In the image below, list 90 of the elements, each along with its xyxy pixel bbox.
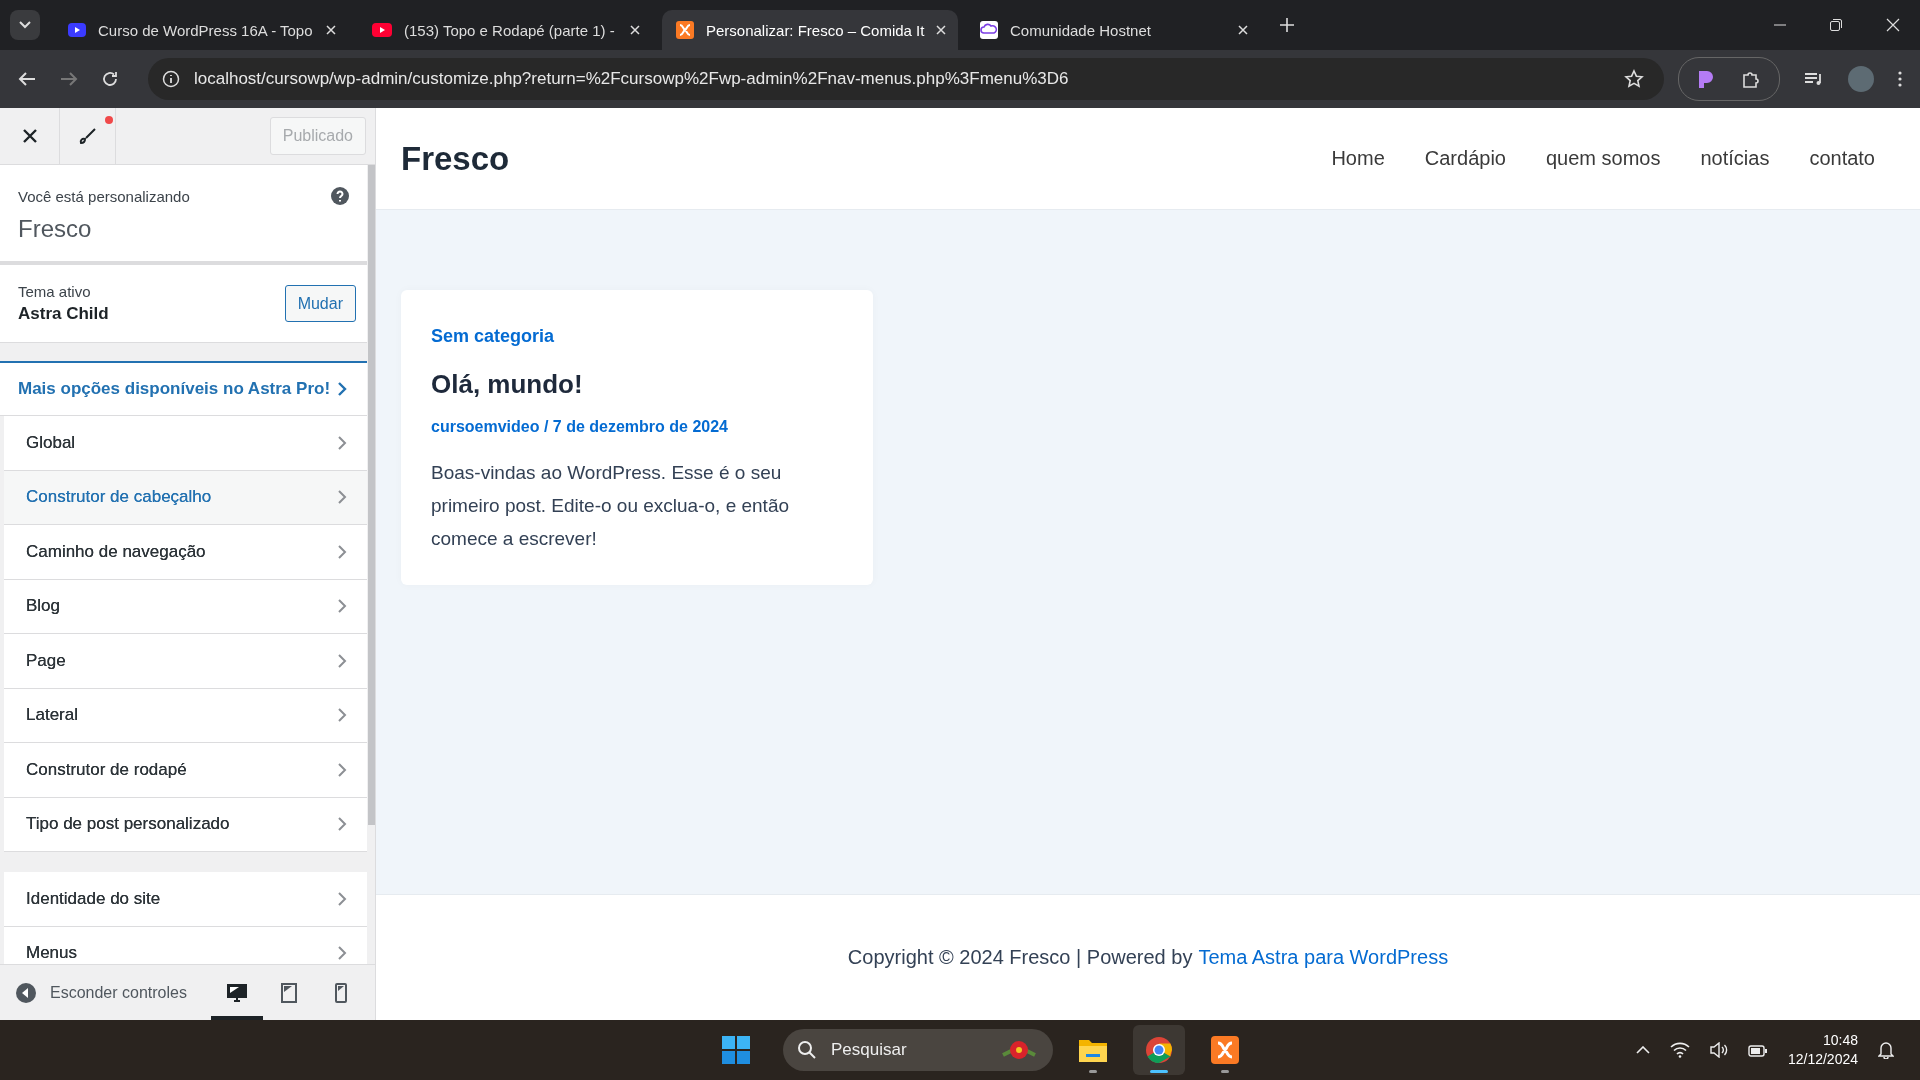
taskbar-search-field[interactable]: Pesquisar — [783, 1029, 1053, 1071]
browser-icon — [1145, 1036, 1173, 1064]
theme-credit-link[interactable]: Tema Astra para WordPress — [1198, 946, 1449, 969]
battery-icon[interactable] — [1747, 1042, 1768, 1058]
extension-logo-icon[interactable] — [1697, 69, 1715, 89]
restore-icon[interactable] — [1830, 19, 1842, 31]
info-icon — [162, 70, 180, 88]
section-item[interactable]: Identidade do site — [4, 872, 367, 927]
close-icon[interactable] — [1238, 25, 1248, 35]
chevron-up-icon[interactable] — [1635, 1046, 1650, 1054]
plus-icon[interactable] — [1280, 18, 1294, 32]
wifi-icon[interactable] — [1669, 1042, 1690, 1058]
brush-icon — [77, 126, 98, 146]
theme-name: Astra Child — [18, 304, 109, 324]
section-item[interactable]: Global — [4, 416, 367, 471]
nav-link[interactable]: Home — [1331, 147, 1385, 170]
notification-dot — [105, 116, 113, 124]
help-icon[interactable] — [331, 187, 349, 205]
post-excerpt: Boas-vindas ao WordPress. Esse é o seu primeiro post. Edite-o ou exclua-o, e então comece a escrever! — [431, 461, 791, 551]
forward-icon[interactable] — [60, 71, 78, 87]
play-icon — [372, 23, 392, 37]
copyright-text: Copyright © 2024 Fresco | Powered by — [847, 946, 1193, 969]
desktop-icon — [227, 983, 247, 1002]
close-icon[interactable] — [936, 25, 947, 35]
browser-tab[interactable]: Curso de WordPress 16A - Topo — [54, 10, 350, 50]
section-item[interactable]: Lateral — [4, 688, 367, 743]
section-item[interactable]: Caminho de navegação — [4, 525, 367, 580]
browser-tab[interactable]: (153) Topo e Rodapé (parte 1) - — [358, 10, 654, 50]
arrow-left-icon — [16, 982, 36, 1003]
chevron-right-icon — [337, 543, 347, 560]
section-item[interactable]: Blog — [4, 579, 367, 634]
address-field[interactable]: localhost/cursowp/wp-admin/customize.php?return=%2Fcursowp%2Fwp-admin%2Fnav-menus.php%3Fmenu%3D6 — [148, 58, 1664, 100]
customizing-label: Você está personalizando — [18, 187, 190, 205]
cloud-icon — [980, 21, 998, 39]
chevron-right-icon — [337, 816, 347, 833]
section-item[interactable]: Construtor de rodapé — [4, 743, 367, 798]
media-queue-icon[interactable] — [1804, 71, 1824, 87]
search-icon — [797, 1040, 817, 1060]
close-icon[interactable] — [326, 25, 336, 35]
post-title[interactable]: Olá, mundo! — [431, 369, 583, 400]
tablet-icon — [281, 982, 297, 1003]
notification-bell-icon[interactable] — [1878, 1041, 1894, 1059]
clock-time[interactable]: 10:48 — [1822, 1031, 1858, 1050]
clock-date[interactable]: 12/12/2024 — [1787, 1050, 1858, 1069]
promo-item[interactable]: Mais opções disponíveis no Astra Pro! — [0, 361, 367, 416]
taskbar-app[interactable] — [1133, 1025, 1185, 1075]
more-icon[interactable] — [1898, 71, 1902, 87]
search-input[interactable]: Pesquisar — [829, 1039, 987, 1061]
app-icon — [1211, 1036, 1239, 1064]
change-theme-button[interactable]: Mudar — [284, 285, 356, 322]
chevron-right-icon — [337, 598, 347, 615]
close-icon — [22, 129, 37, 143]
volume-icon[interactable] — [1709, 1042, 1728, 1058]
reload-icon[interactable] — [102, 71, 118, 87]
chevron-right-icon — [337, 761, 347, 778]
chevron-right-icon — [337, 434, 347, 451]
scrollbar[interactable] — [368, 165, 375, 825]
theme-label: Tema ativo — [18, 283, 92, 300]
mobile-icon — [335, 982, 347, 1003]
section-item[interactable]: Tipo de post personalizado — [4, 797, 367, 852]
back-icon[interactable] — [18, 71, 36, 87]
close-icon[interactable] — [630, 25, 640, 35]
nav-link[interactable]: notícias — [1700, 147, 1770, 170]
post-meta[interactable]: cursoemvideo / 7 de dezembro de 2024 — [431, 418, 728, 436]
folder-icon — [1078, 1037, 1108, 1063]
star-icon[interactable] — [1624, 69, 1644, 89]
chevron-right-icon — [337, 945, 347, 962]
section-item[interactable]: Menus — [4, 926, 367, 964]
browser-tab[interactable]: Personalizar: Fresco – Comida It — [662, 10, 958, 50]
nav-link[interactable]: Cardápio — [1424, 147, 1506, 170]
nav-link[interactable]: contato — [1809, 147, 1875, 170]
start-icon[interactable] — [721, 1035, 751, 1065]
video-icon — [68, 22, 86, 38]
tab-search-button[interactable] — [10, 10, 40, 40]
puzzle-icon[interactable] — [1741, 69, 1761, 89]
chevron-right-icon — [337, 652, 347, 669]
chevron-right-icon — [337, 489, 347, 506]
section-item[interactable]: Construtor de cabeçalho — [4, 470, 367, 525]
close-icon[interactable] — [1886, 18, 1900, 32]
section-item[interactable]: Page — [4, 634, 367, 689]
chevron-down-icon — [19, 21, 31, 29]
chevron-right-icon — [337, 381, 347, 397]
nav-link[interactable]: quem somos — [1545, 147, 1661, 170]
site-title[interactable]: Fresco — [401, 139, 510, 178]
hide-controls-button[interactable]: Esconder controles — [16, 982, 187, 1003]
browser-tab[interactable]: Comunidade Hostnet — [966, 10, 1262, 50]
post-category-link[interactable]: Sem categoria — [431, 326, 555, 347]
chevron-right-icon — [337, 890, 347, 907]
site-name: Fresco — [18, 215, 93, 243]
chevron-right-icon — [337, 707, 347, 724]
